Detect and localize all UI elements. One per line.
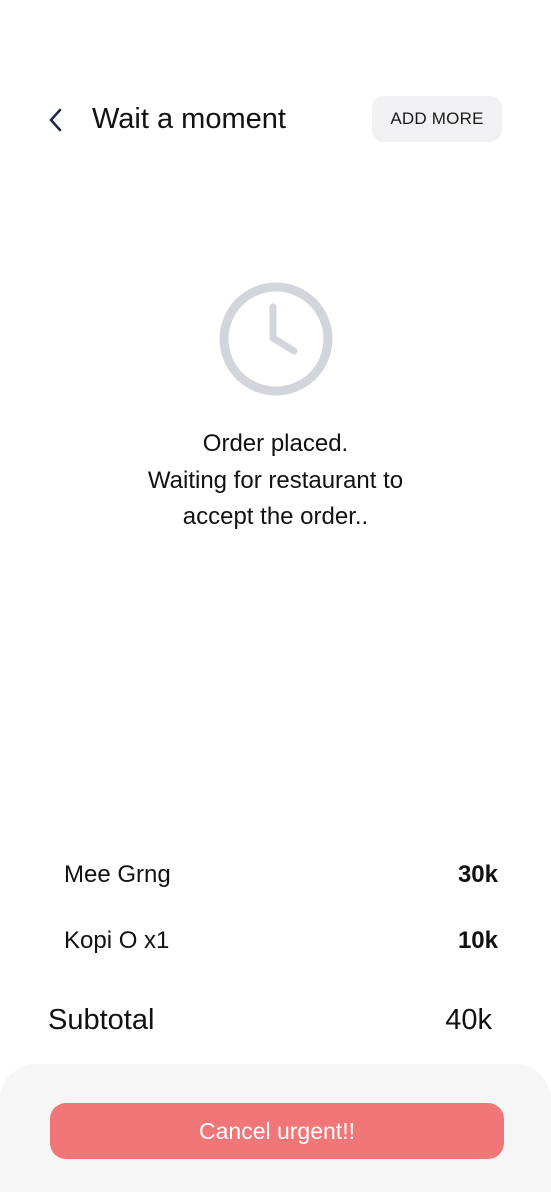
order-items-list: Mee Grng 30k Kopi O x1 10k (0, 848, 551, 980)
list-item: Mee Grng 30k (0, 848, 551, 914)
subtotal-label: Subtotal (48, 1004, 155, 1036)
chevron-left-icon (49, 108, 62, 132)
item-name: Kopi O x1 (64, 927, 170, 954)
subtotal-row: Subtotal 40k (0, 1000, 551, 1044)
status-message: Order placed. Waiting for restaurant to … (0, 426, 551, 536)
page-title: Wait a moment (92, 103, 286, 135)
add-more-button[interactable]: ADD MORE (372, 96, 502, 142)
status-line: Order placed. (202, 430, 349, 457)
order-status: Order placed. Waiting for restaurant to … (0, 280, 551, 536)
item-price: 10k (457, 927, 498, 954)
clock-icon (219, 282, 332, 396)
back-button[interactable] (40, 100, 72, 140)
item-price: 30k (457, 861, 498, 888)
bottom-action-sheet: Cancel urgent!! (0, 1064, 551, 1192)
cancel-order-button[interactable]: Cancel urgent!! (50, 1103, 504, 1159)
header: Wait a moment ADD MORE (0, 0, 551, 170)
status-line: accept the order.. (182, 503, 369, 530)
subtotal-value: 40k (445, 1004, 492, 1036)
item-name: Mee Grng (64, 861, 171, 888)
list-item: Kopi O x1 10k (0, 914, 551, 980)
status-line: Waiting for restaurant to (147, 466, 404, 494)
